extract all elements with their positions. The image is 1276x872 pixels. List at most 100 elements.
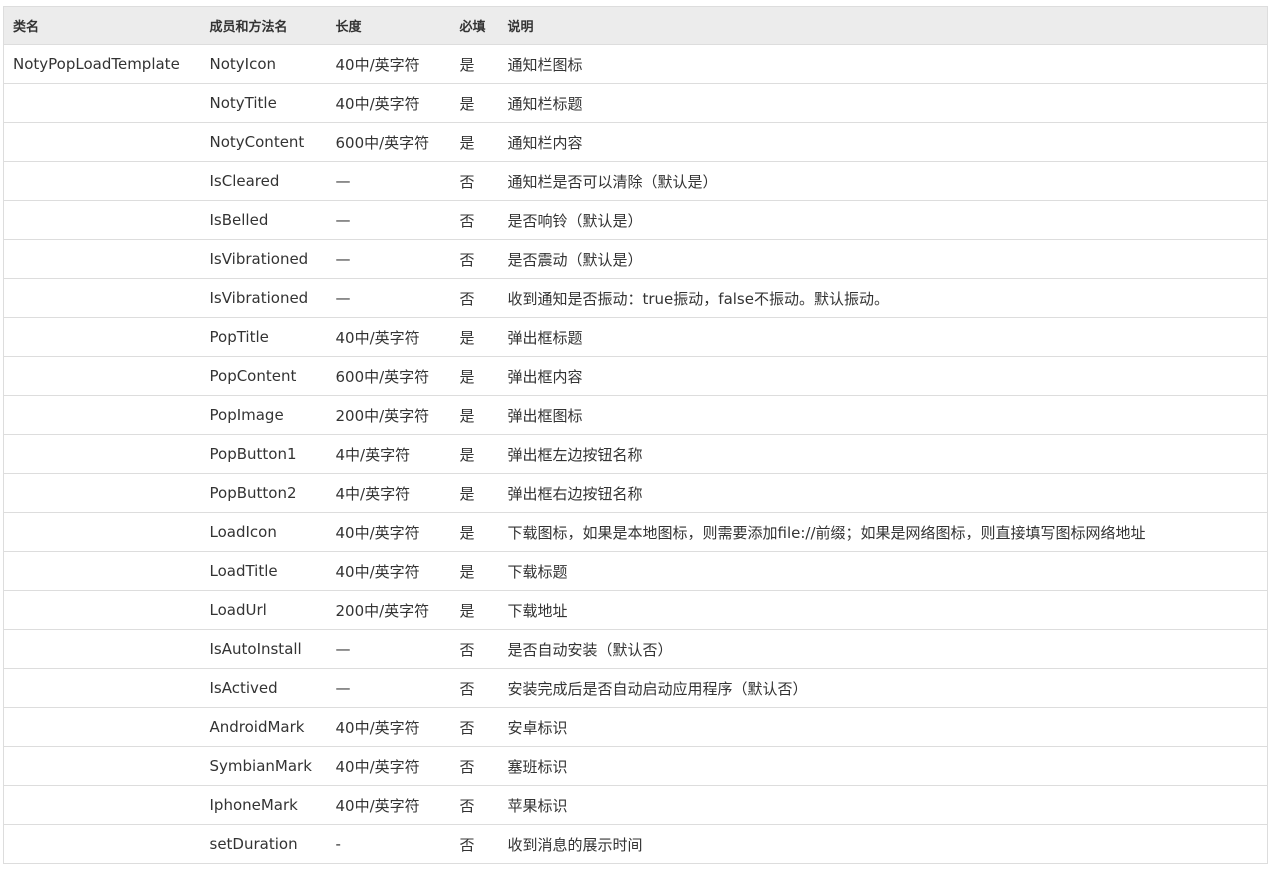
table-row: PopImage 200中/英字符是弹出框图标 [3, 395, 1268, 435]
table-row: IsVibrationed — 否是否震动（默认是） [3, 239, 1268, 279]
table-row: IphoneMark 40中/英字符否苹果标识 [3, 785, 1268, 825]
cell-member-name: IsCleared [200, 161, 327, 201]
cell-length: — [326, 200, 451, 240]
cell-class-name [3, 746, 201, 786]
cell-length: - [326, 824, 451, 864]
cell-description: 弹出框左边按钮名称 [498, 434, 1268, 474]
cell-member-name: IsVibrationed [200, 239, 327, 279]
cell-description: 通知栏标题 [498, 83, 1268, 123]
cell-required: 是 [450, 44, 499, 84]
cell-length: — [326, 239, 451, 279]
cell-member-name: setDuration [200, 824, 327, 864]
cell-required: 否 [450, 161, 499, 201]
cell-length: 200中/英字符 [326, 395, 451, 435]
cell-member-name: IsAutoInstall [200, 629, 327, 669]
cell-class-name [3, 512, 201, 552]
cell-member-name: NotyContent [200, 122, 327, 162]
header-description: 说明 [498, 6, 1268, 45]
cell-length: 600中/英字符 [326, 122, 451, 162]
table-row: PopButton2 4中/英字符是弹出框右边按钮名称 [3, 473, 1268, 513]
cell-description: 安卓标识 [498, 707, 1268, 747]
table-row: setDuration - 否收到消息的展示时间 [3, 824, 1268, 864]
cell-description: 塞班标识 [498, 746, 1268, 786]
cell-length: 40中/英字符 [326, 317, 451, 357]
cell-member-name: IsBelled [200, 200, 327, 240]
cell-description: 弹出框标题 [498, 317, 1268, 357]
table-body: NotyPopLoadTemplate NotyIcon 40中/英字符是通知栏图标… [3, 44, 1268, 864]
cell-description: 安装完成后是否自动启动应用程序（默认否） [498, 668, 1268, 708]
cell-class-name [3, 122, 201, 162]
table-row: IsAutoInstall — 否是否自动安装（默认否） [3, 629, 1268, 669]
cell-description: 弹出框右边按钮名称 [498, 473, 1268, 513]
cell-length: 600中/英字符 [326, 356, 451, 396]
cell-class-name [3, 668, 201, 708]
table-header-row: 类名 成员和方法名 长度 必填 说明 [3, 6, 1268, 45]
cell-description: 通知栏图标 [498, 44, 1268, 84]
cell-class-name: NotyPopLoadTemplate [3, 44, 201, 84]
cell-required: 否 [450, 239, 499, 279]
cell-required: 否 [450, 824, 499, 864]
cell-class-name [3, 278, 201, 318]
cell-member-name: LoadUrl [200, 590, 327, 630]
cell-length: — [326, 161, 451, 201]
cell-member-name: LoadIcon [200, 512, 327, 552]
cell-member-name: PopButton1 [200, 434, 327, 474]
cell-member-name: PopImage [200, 395, 327, 435]
cell-required: 否 [450, 668, 499, 708]
api-parameter-table: 类名 成员和方法名 长度 必填 说明 NotyPopLoadTemplate No… [3, 6, 1268, 864]
header-required: 必填 [450, 6, 499, 45]
table-row: PopTitle 40中/英字符是弹出框标题 [3, 317, 1268, 357]
cell-class-name [3, 824, 201, 864]
cell-required: 是 [450, 512, 499, 552]
cell-length: 200中/英字符 [326, 590, 451, 630]
cell-required: 是 [450, 317, 499, 357]
table-row: LoadTitle 40中/英字符是下载标题 [3, 551, 1268, 591]
cell-member-name: AndroidMark [200, 707, 327, 747]
table-row: NotyPopLoadTemplate NotyIcon 40中/英字符是通知栏图标 [3, 44, 1268, 84]
cell-class-name [3, 239, 201, 279]
cell-class-name [3, 590, 201, 630]
cell-description: 是否自动安装（默认否） [498, 629, 1268, 669]
cell-required: 是 [450, 395, 499, 435]
cell-class-name [3, 473, 201, 513]
cell-length: 4中/英字符 [326, 434, 451, 474]
cell-member-name: IsActived [200, 668, 327, 708]
cell-description: 弹出框图标 [498, 395, 1268, 435]
cell-class-name [3, 434, 201, 474]
cell-description: 是否响铃（默认是） [498, 200, 1268, 240]
cell-description: 是否震动（默认是） [498, 239, 1268, 279]
cell-required: 否 [450, 785, 499, 825]
cell-description: 下载地址 [498, 590, 1268, 630]
table-row: IsActived — 否安装完成后是否自动启动应用程序（默认否） [3, 668, 1268, 708]
table-row: LoadIcon 40中/英字符是下载图标，如果是本地图标，则需要添加file:/… [3, 512, 1268, 552]
cell-required: 是 [450, 434, 499, 474]
cell-required: 是 [450, 356, 499, 396]
cell-required: 否 [450, 746, 499, 786]
cell-length: 40中/英字符 [326, 44, 451, 84]
cell-member-name: IsVibrationed [200, 278, 327, 318]
cell-length: 40中/英字符 [326, 551, 451, 591]
cell-length: 40中/英字符 [326, 512, 451, 552]
cell-member-name: PopButton2 [200, 473, 327, 513]
cell-description: 苹果标识 [498, 785, 1268, 825]
cell-class-name [3, 83, 201, 123]
cell-length: 40中/英字符 [326, 83, 451, 123]
cell-class-name [3, 707, 201, 747]
cell-class-name [3, 551, 201, 591]
cell-class-name [3, 785, 201, 825]
table-row: SymbianMark 40中/英字符否塞班标识 [3, 746, 1268, 786]
cell-required: 否 [450, 707, 499, 747]
header-class-name: 类名 [3, 6, 201, 45]
cell-description: 收到通知是否振动：true振动，false不振动。默认振动。 [498, 278, 1268, 318]
cell-required: 是 [450, 122, 499, 162]
cell-member-name: IphoneMark [200, 785, 327, 825]
table-row: AndroidMark 40中/英字符否安卓标识 [3, 707, 1268, 747]
cell-description: 通知栏内容 [498, 122, 1268, 162]
cell-length: 40中/英字符 [326, 785, 451, 825]
cell-member-name: PopTitle [200, 317, 327, 357]
cell-class-name [3, 317, 201, 357]
table-row: PopContent 600中/英字符是弹出框内容 [3, 356, 1268, 396]
cell-length: 40中/英字符 [326, 707, 451, 747]
table-row: IsVibrationed — 否收到通知是否振动：true振动，false不振动。… [3, 278, 1268, 318]
cell-required: 否 [450, 200, 499, 240]
